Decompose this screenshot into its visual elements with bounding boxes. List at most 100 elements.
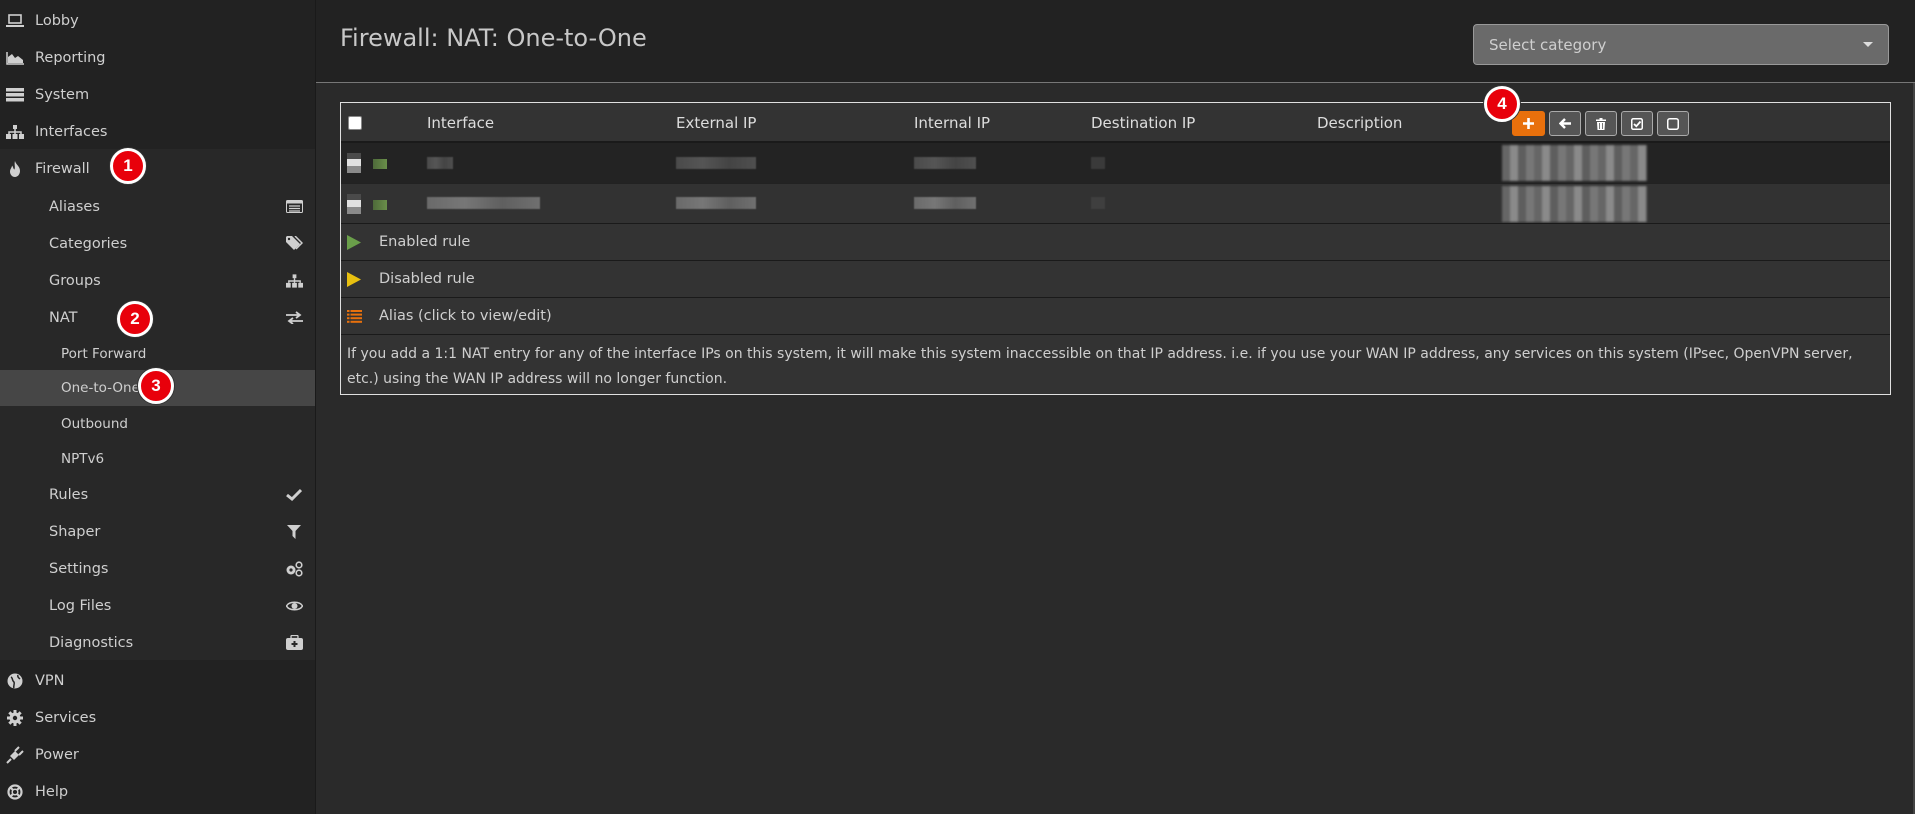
tags-icon <box>285 235 303 253</box>
sidebar-item-firewall[interactable]: Firewall <box>0 150 315 187</box>
one-to-one-table: Interface External IP Internal IP Destin… <box>340 102 1891 395</box>
sidebar-item-reporting[interactable]: Reporting <box>0 39 315 76</box>
category-select-placeholder: Select category <box>1489 35 1607 54</box>
table-row[interactable] <box>341 143 1890 183</box>
sidebar-item-label: VPN <box>35 672 65 689</box>
sidebar-item-label: Rules <box>49 486 89 503</box>
play-yellow-icon <box>347 271 367 287</box>
cell-external-ip <box>676 197 756 209</box>
sidebar-item-diagnostics[interactable]: Diagnostics <box>0 624 315 661</box>
sidebar-item-lobby[interactable]: Lobby <box>0 2 315 39</box>
globe-icon <box>5 673 25 689</box>
legend-label: Enabled rule <box>379 234 471 250</box>
sidebar-item-label: NAT <box>49 309 78 326</box>
area-chart-icon <box>5 51 25 65</box>
sidebar-item-categories[interactable]: Categories <box>0 225 315 262</box>
page-title: Firewall: NAT: One-to-One <box>340 24 647 52</box>
table-row[interactable] <box>341 183 1890 223</box>
enabled-rule-icon <box>373 159 387 169</box>
laptop-icon <box>5 13 25 28</box>
category-select[interactable]: Select category <box>1473 24 1889 65</box>
sidebar-item-shaper[interactable]: Shaper <box>0 513 315 550</box>
sidebar-item-power[interactable]: Power <box>0 736 315 773</box>
add-rule-button[interactable] <box>1512 111 1545 136</box>
cog-icon <box>5 709 25 726</box>
column-header-external-ip: External IP <box>676 114 757 132</box>
cell-description <box>1502 145 1647 181</box>
annotation-badge: 1 <box>110 148 146 184</box>
medkit-icon <box>285 634 303 652</box>
sidebar-item-label: Outbound <box>61 415 128 432</box>
move-selected-button[interactable] <box>1549 111 1581 136</box>
sidebar-item-label: One-to-One <box>61 380 140 396</box>
column-header-destination-ip: Destination IP <box>1091 114 1196 132</box>
square-icon <box>1667 117 1679 130</box>
select-all-checkbox[interactable] <box>348 116 362 130</box>
sidebar-item-label: Groups <box>49 272 101 289</box>
sidebar-item-label: Log Files <box>49 597 112 614</box>
legend-label[interactable]: Alias (click to view/edit) <box>379 308 552 324</box>
sidebar-item-interfaces[interactable]: Interfaces <box>0 113 315 150</box>
column-header-interface: Interface <box>427 114 495 132</box>
sidebar-item-label: Categories <box>49 235 128 252</box>
check-icon <box>285 486 303 504</box>
sidebar-item-groups[interactable]: Groups <box>0 262 315 299</box>
cell-description <box>1502 186 1647 222</box>
rule-status-icon[interactable] <box>347 153 361 173</box>
sidebar-item-label: Power <box>35 746 79 763</box>
column-header-internal-ip: Internal IP <box>914 114 991 132</box>
sitemap-icon <box>285 272 303 290</box>
sidebar-item-label: Firewall <box>35 160 90 177</box>
arrow-left-icon <box>1559 118 1571 129</box>
list-orange-icon <box>347 309 367 323</box>
sidebar-item-nptv6[interactable]: NPTv6 <box>0 440 315 477</box>
rule-status-icon[interactable] <box>347 194 361 214</box>
table-header: Interface External IP Internal IP Destin… <box>341 103 1890 143</box>
enabled-rule-icon <box>373 200 387 210</box>
sidebar-item-log-files[interactable]: Log Files <box>0 587 315 624</box>
cell-interface <box>427 197 540 209</box>
list-alt-icon <box>285 198 303 216</box>
annotation-badge: 2 <box>117 301 153 337</box>
eye-icon <box>285 597 303 615</box>
sidebar-item-settings[interactable]: Settings <box>0 550 315 587</box>
cell-destination-ip <box>1091 197 1105 209</box>
server-icon <box>5 87 25 102</box>
disable-selected-button[interactable] <box>1657 111 1689 136</box>
cell-interface <box>427 157 453 169</box>
sidebar-item-label: Help <box>35 783 69 800</box>
sidebar-item-label: Shaper <box>49 523 101 540</box>
sidebar-item-label: Reporting <box>35 49 106 66</box>
sidebar-item-label: Interfaces <box>35 123 108 140</box>
sidebar-item-outbound[interactable]: Outbound <box>0 405 315 442</box>
sidebar-item-system[interactable]: System <box>0 76 315 113</box>
sidebar-item-vpn[interactable]: VPN <box>0 662 315 699</box>
sidebar: Lobby Reporting System Interfaces Firewa… <box>0 0 316 814</box>
sidebar-item-help[interactable]: Help <box>0 773 315 810</box>
sidebar-item-nat[interactable]: NAT <box>0 299 315 336</box>
delete-selected-button[interactable] <box>1585 111 1617 136</box>
sitemap-icon <box>5 124 25 139</box>
annotation-badge: 3 <box>138 368 174 404</box>
main-content: Firewall: NAT: One-to-One Select categor… <box>316 0 1915 814</box>
cogs-icon <box>285 560 303 578</box>
sidebar-item-aliases[interactable]: Aliases <box>0 188 315 225</box>
enable-selected-button[interactable] <box>1621 111 1653 136</box>
plug-icon <box>5 745 25 764</box>
caret-down-icon <box>1863 42 1873 47</box>
sidebar-item-label: Diagnostics <box>49 634 134 651</box>
filter-icon <box>285 523 303 541</box>
app: Lobby Reporting System Interfaces Firewa… <box>0 0 1915 814</box>
sidebar-item-rules[interactable]: Rules <box>0 476 315 513</box>
legend-disabled-rule: Disabled rule <box>341 260 1890 297</box>
sidebar-item-label: Services <box>35 709 97 726</box>
sidebar-item-services[interactable]: Services <box>0 699 315 736</box>
trash-icon <box>1596 117 1606 130</box>
sidebar-item-label: Port Forward <box>61 345 147 362</box>
sidebar-item-label: Settings <box>49 560 109 577</box>
cell-destination-ip <box>1091 157 1105 169</box>
sidebar-item-port-forward[interactable]: Port Forward <box>0 335 315 372</box>
cell-internal-ip <box>914 197 976 209</box>
legend-label: Disabled rule <box>379 271 475 287</box>
legend-enabled-rule: Enabled rule <box>341 223 1890 260</box>
